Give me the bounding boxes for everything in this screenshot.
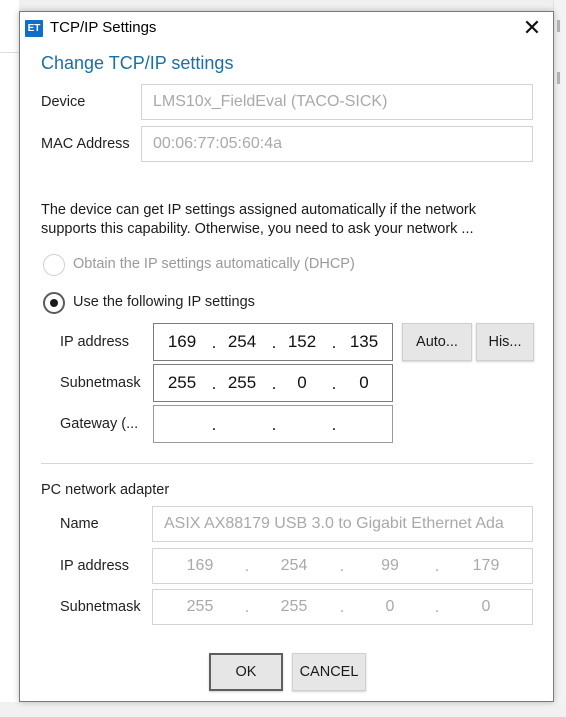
gateway-octet-2[interactable] (220, 406, 264, 442)
pc-adapter-section-label: PC network adapter (41, 482, 170, 498)
adapter-subnetmask-label: Subnetmask (60, 599, 141, 615)
ip-octet-3[interactable]: 152 (280, 324, 324, 360)
gateway-octet-4[interactable] (340, 406, 388, 442)
section-divider (41, 463, 533, 464)
mask-separator: . (331, 374, 337, 393)
adapter-name-field: ASIX AX88179 USB 3.0 to Gigabit Ethernet… (152, 506, 533, 542)
adapter-ip-octet-2: 254 (280, 557, 308, 574)
ip-address-label: IP address (60, 334, 130, 350)
adapter-mask-separator: . (339, 599, 345, 616)
gateway-input[interactable]: . . . (153, 405, 393, 443)
adapter-ip-octet-4: 179 (472, 557, 500, 574)
mac-address-field: 00:06:77:05:60:4a (141, 126, 533, 162)
description-line-2: supports this capability. Otherwise, you… (41, 221, 474, 237)
adapter-ip-separator: . (434, 558, 440, 575)
history-button[interactable]: His... (476, 323, 534, 361)
ip-octet-1[interactable]: 169 (160, 324, 204, 360)
dhcp-radio (43, 254, 65, 276)
ip-octet-2[interactable]: 254 (220, 324, 264, 360)
auto-button[interactable]: Auto... (402, 323, 472, 361)
background-window-right (553, 0, 566, 717)
adapter-mask-octet-2: 255 (280, 598, 308, 615)
adapter-mask-separator: . (244, 599, 250, 616)
window-title: TCP/IP Settings (50, 19, 157, 36)
adapter-mask-octet-3: 0 (385, 598, 395, 615)
gateway-separator: . (211, 415, 217, 434)
gateway-separator: . (271, 415, 277, 434)
adapter-mask-octet-4: 0 (481, 598, 491, 615)
mask-octet-4[interactable]: 0 (340, 365, 388, 401)
mask-octet-3[interactable]: 0 (280, 365, 324, 401)
background-window-left (0, 0, 19, 717)
gateway-octet-3[interactable] (280, 406, 324, 442)
adapter-ip-label: IP address (60, 558, 130, 574)
adapter-mask-separator: . (434, 599, 440, 616)
dialog-heading: Change TCP/IP settings (41, 53, 234, 73)
adapter-ip-octet-1: 169 (186, 557, 214, 574)
ip-address-input[interactable]: 169 . 254 . 152 . 135 (153, 323, 393, 361)
radio-selected-dot (50, 299, 58, 307)
adapter-mask-octet-1: 255 (186, 598, 214, 615)
adapter-ip-separator: . (244, 558, 250, 575)
subnetmask-label: Subnetmask (60, 375, 141, 391)
ip-separator: . (271, 333, 277, 352)
app-icon: ET (25, 20, 43, 37)
device-field: LMS10x_FieldEval (TACO-SICK) (141, 84, 533, 120)
dhcp-radio-label: Obtain the IP settings automatically (DH… (73, 256, 355, 272)
description-line-1: The device can get IP settings assigned … (41, 202, 476, 218)
adapter-ip-separator: . (339, 558, 345, 575)
ok-button[interactable]: OK (209, 653, 283, 691)
mask-octet-2[interactable]: 255 (220, 365, 264, 401)
close-button[interactable]: ✕ (517, 16, 547, 42)
device-label: Device (41, 94, 86, 110)
title-bar[interactable]: ET TCP/IP Settings ✕ (20, 12, 553, 44)
adapter-ip-field: 169 . 254 . 99 . 179 (152, 548, 533, 584)
mask-separator: . (211, 374, 217, 393)
gateway-label: Gateway (... (60, 416, 139, 432)
ip-separator: . (331, 333, 337, 352)
gateway-separator: . (331, 415, 337, 434)
adapter-ip-octet-3: 99 (381, 557, 399, 574)
adapter-subnetmask-field: 255 . 255 . 0 . 0 (152, 589, 533, 625)
subnetmask-input[interactable]: 255 . 255 . 0 . 0 (153, 364, 393, 402)
mac-address-label: MAC Address (41, 136, 130, 152)
ip-separator: . (211, 333, 217, 352)
ip-octet-4[interactable]: 135 (340, 324, 388, 360)
adapter-name-label: Name (60, 516, 99, 532)
static-ip-radio-label[interactable]: Use the following IP settings (73, 294, 255, 310)
mask-octet-1[interactable]: 255 (160, 365, 204, 401)
tcpip-settings-dialog: ET TCP/IP Settings ✕ Change TCP/IP setti… (19, 11, 554, 702)
dhcp-description: The device can get IP settings assigned … (41, 201, 511, 239)
gateway-octet-1[interactable] (160, 406, 204, 442)
background-window-bottom (0, 702, 566, 717)
mask-separator: . (271, 374, 277, 393)
static-ip-radio[interactable] (43, 292, 65, 314)
cancel-button[interactable]: CANCEL (292, 653, 366, 691)
